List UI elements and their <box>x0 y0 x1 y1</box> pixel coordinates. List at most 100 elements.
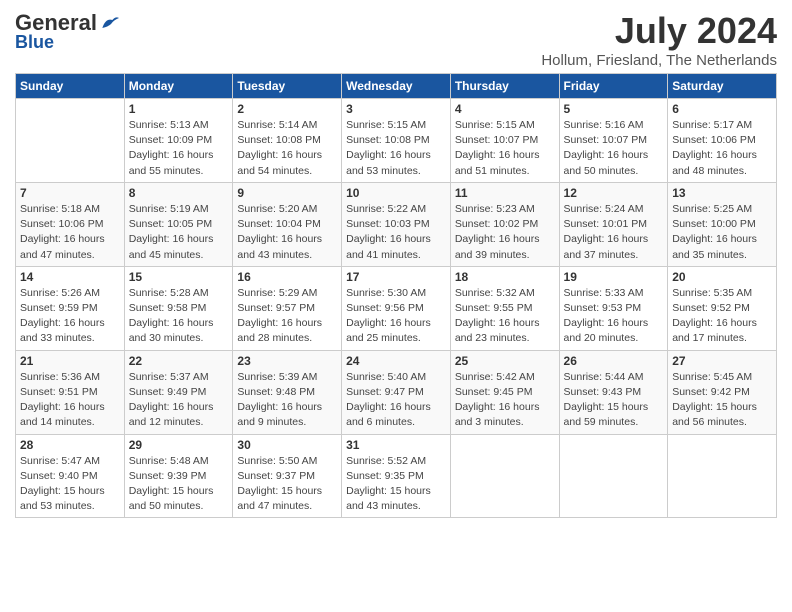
day-info: Sunrise: 5:35 AM Sunset: 9:52 PM Dayligh… <box>672 286 772 347</box>
day-info: Sunrise: 5:28 AM Sunset: 9:58 PM Dayligh… <box>129 286 229 347</box>
day-info: Sunrise: 5:22 AM Sunset: 10:03 PM Daylig… <box>346 202 446 263</box>
day-header-tuesday: Tuesday <box>233 74 342 99</box>
day-number: 25 <box>455 354 555 368</box>
day-info: Sunrise: 5:40 AM Sunset: 9:47 PM Dayligh… <box>346 370 446 431</box>
day-number: 30 <box>237 438 337 452</box>
day-number: 19 <box>564 270 664 284</box>
day-number: 28 <box>20 438 120 452</box>
calendar-cell: 13 Sunrise: 5:25 AM Sunset: 10:00 PM Day… <box>668 182 777 266</box>
calendar-cell: 24 Sunrise: 5:40 AM Sunset: 9:47 PM Dayl… <box>342 350 451 434</box>
logo: General Blue <box>15 10 119 53</box>
day-number: 8 <box>129 186 229 200</box>
day-info: Sunrise: 5:20 AM Sunset: 10:04 PM Daylig… <box>237 202 337 263</box>
calendar-cell <box>559 434 668 518</box>
location-title: Hollum, Friesland, The Netherlands <box>541 52 777 69</box>
day-info: Sunrise: 5:29 AM Sunset: 9:57 PM Dayligh… <box>237 286 337 347</box>
day-number: 17 <box>346 270 446 284</box>
calendar-week-2: 7 Sunrise: 5:18 AM Sunset: 10:06 PM Dayl… <box>16 182 777 266</box>
logo-blue-text: Blue <box>15 32 54 53</box>
calendar-cell: 11 Sunrise: 5:23 AM Sunset: 10:02 PM Day… <box>450 182 559 266</box>
calendar-cell: 23 Sunrise: 5:39 AM Sunset: 9:48 PM Dayl… <box>233 350 342 434</box>
day-number: 16 <box>237 270 337 284</box>
day-info: Sunrise: 5:18 AM Sunset: 10:06 PM Daylig… <box>20 202 120 263</box>
day-info: Sunrise: 5:44 AM Sunset: 9:43 PM Dayligh… <box>564 370 664 431</box>
day-info: Sunrise: 5:15 AM Sunset: 10:07 PM Daylig… <box>455 118 555 179</box>
day-number: 3 <box>346 102 446 116</box>
calendar-cell: 15 Sunrise: 5:28 AM Sunset: 9:58 PM Dayl… <box>124 266 233 350</box>
day-number: 5 <box>564 102 664 116</box>
day-number: 31 <box>346 438 446 452</box>
header: General Blue July 2024 Hollum, Friesland… <box>15 10 777 69</box>
title-area: July 2024 Hollum, Friesland, The Netherl… <box>541 10 777 69</box>
day-number: 27 <box>672 354 772 368</box>
day-header-saturday: Saturday <box>668 74 777 99</box>
calendar-cell: 6 Sunrise: 5:17 AM Sunset: 10:06 PM Dayl… <box>668 99 777 183</box>
day-number: 9 <box>237 186 337 200</box>
day-info: Sunrise: 5:30 AM Sunset: 9:56 PM Dayligh… <box>346 286 446 347</box>
calendar-cell: 12 Sunrise: 5:24 AM Sunset: 10:01 PM Day… <box>559 182 668 266</box>
calendar-cell: 21 Sunrise: 5:36 AM Sunset: 9:51 PM Dayl… <box>16 350 125 434</box>
calendar-week-4: 21 Sunrise: 5:36 AM Sunset: 9:51 PM Dayl… <box>16 350 777 434</box>
calendar-cell: 28 Sunrise: 5:47 AM Sunset: 9:40 PM Dayl… <box>16 434 125 518</box>
day-info: Sunrise: 5:13 AM Sunset: 10:09 PM Daylig… <box>129 118 229 179</box>
calendar-cell: 9 Sunrise: 5:20 AM Sunset: 10:04 PM Dayl… <box>233 182 342 266</box>
day-info: Sunrise: 5:45 AM Sunset: 9:42 PM Dayligh… <box>672 370 772 431</box>
calendar-cell: 26 Sunrise: 5:44 AM Sunset: 9:43 PM Dayl… <box>559 350 668 434</box>
logo-bird-icon <box>99 13 119 33</box>
day-number: 12 <box>564 186 664 200</box>
calendar-cell: 14 Sunrise: 5:26 AM Sunset: 9:59 PM Dayl… <box>16 266 125 350</box>
day-header-wednesday: Wednesday <box>342 74 451 99</box>
day-info: Sunrise: 5:25 AM Sunset: 10:00 PM Daylig… <box>672 202 772 263</box>
day-number: 4 <box>455 102 555 116</box>
day-number: 24 <box>346 354 446 368</box>
day-info: Sunrise: 5:48 AM Sunset: 9:39 PM Dayligh… <box>129 454 229 515</box>
day-info: Sunrise: 5:15 AM Sunset: 10:08 PM Daylig… <box>346 118 446 179</box>
calendar-cell: 17 Sunrise: 5:30 AM Sunset: 9:56 PM Dayl… <box>342 266 451 350</box>
day-number: 23 <box>237 354 337 368</box>
day-number: 7 <box>20 186 120 200</box>
day-header-friday: Friday <box>559 74 668 99</box>
day-number: 2 <box>237 102 337 116</box>
day-number: 10 <box>346 186 446 200</box>
calendar-cell: 29 Sunrise: 5:48 AM Sunset: 9:39 PM Dayl… <box>124 434 233 518</box>
calendar-cell: 20 Sunrise: 5:35 AM Sunset: 9:52 PM Dayl… <box>668 266 777 350</box>
calendar-cell: 5 Sunrise: 5:16 AM Sunset: 10:07 PM Dayl… <box>559 99 668 183</box>
day-header-thursday: Thursday <box>450 74 559 99</box>
day-info: Sunrise: 5:50 AM Sunset: 9:37 PM Dayligh… <box>237 454 337 515</box>
calendar-week-3: 14 Sunrise: 5:26 AM Sunset: 9:59 PM Dayl… <box>16 266 777 350</box>
calendar-week-5: 28 Sunrise: 5:47 AM Sunset: 9:40 PM Dayl… <box>16 434 777 518</box>
calendar-cell: 30 Sunrise: 5:50 AM Sunset: 9:37 PM Dayl… <box>233 434 342 518</box>
day-info: Sunrise: 5:52 AM Sunset: 9:35 PM Dayligh… <box>346 454 446 515</box>
calendar-body: 1 Sunrise: 5:13 AM Sunset: 10:09 PM Dayl… <box>16 99 777 518</box>
day-info: Sunrise: 5:47 AM Sunset: 9:40 PM Dayligh… <box>20 454 120 515</box>
day-number: 15 <box>129 270 229 284</box>
day-info: Sunrise: 5:19 AM Sunset: 10:05 PM Daylig… <box>129 202 229 263</box>
day-info: Sunrise: 5:42 AM Sunset: 9:45 PM Dayligh… <box>455 370 555 431</box>
calendar-cell: 16 Sunrise: 5:29 AM Sunset: 9:57 PM Dayl… <box>233 266 342 350</box>
calendar-header-row: SundayMondayTuesdayWednesdayThursdayFrid… <box>16 74 777 99</box>
day-number: 26 <box>564 354 664 368</box>
day-info: Sunrise: 5:39 AM Sunset: 9:48 PM Dayligh… <box>237 370 337 431</box>
calendar-cell: 18 Sunrise: 5:32 AM Sunset: 9:55 PM Dayl… <box>450 266 559 350</box>
day-info: Sunrise: 5:33 AM Sunset: 9:53 PM Dayligh… <box>564 286 664 347</box>
calendar-cell <box>668 434 777 518</box>
day-info: Sunrise: 5:24 AM Sunset: 10:01 PM Daylig… <box>564 202 664 263</box>
calendar-week-1: 1 Sunrise: 5:13 AM Sunset: 10:09 PM Dayl… <box>16 99 777 183</box>
day-number: 21 <box>20 354 120 368</box>
day-info: Sunrise: 5:14 AM Sunset: 10:08 PM Daylig… <box>237 118 337 179</box>
calendar-cell <box>16 99 125 183</box>
calendar-cell: 19 Sunrise: 5:33 AM Sunset: 9:53 PM Dayl… <box>559 266 668 350</box>
day-number: 29 <box>129 438 229 452</box>
calendar-cell: 8 Sunrise: 5:19 AM Sunset: 10:05 PM Dayl… <box>124 182 233 266</box>
calendar-cell: 22 Sunrise: 5:37 AM Sunset: 9:49 PM Dayl… <box>124 350 233 434</box>
day-header-sunday: Sunday <box>16 74 125 99</box>
calendar-cell: 3 Sunrise: 5:15 AM Sunset: 10:08 PM Dayl… <box>342 99 451 183</box>
day-info: Sunrise: 5:23 AM Sunset: 10:02 PM Daylig… <box>455 202 555 263</box>
day-number: 11 <box>455 186 555 200</box>
day-info: Sunrise: 5:37 AM Sunset: 9:49 PM Dayligh… <box>129 370 229 431</box>
calendar-cell <box>450 434 559 518</box>
day-number: 6 <box>672 102 772 116</box>
month-title: July 2024 <box>541 10 777 52</box>
calendar-cell: 2 Sunrise: 5:14 AM Sunset: 10:08 PM Dayl… <box>233 99 342 183</box>
day-number: 18 <box>455 270 555 284</box>
